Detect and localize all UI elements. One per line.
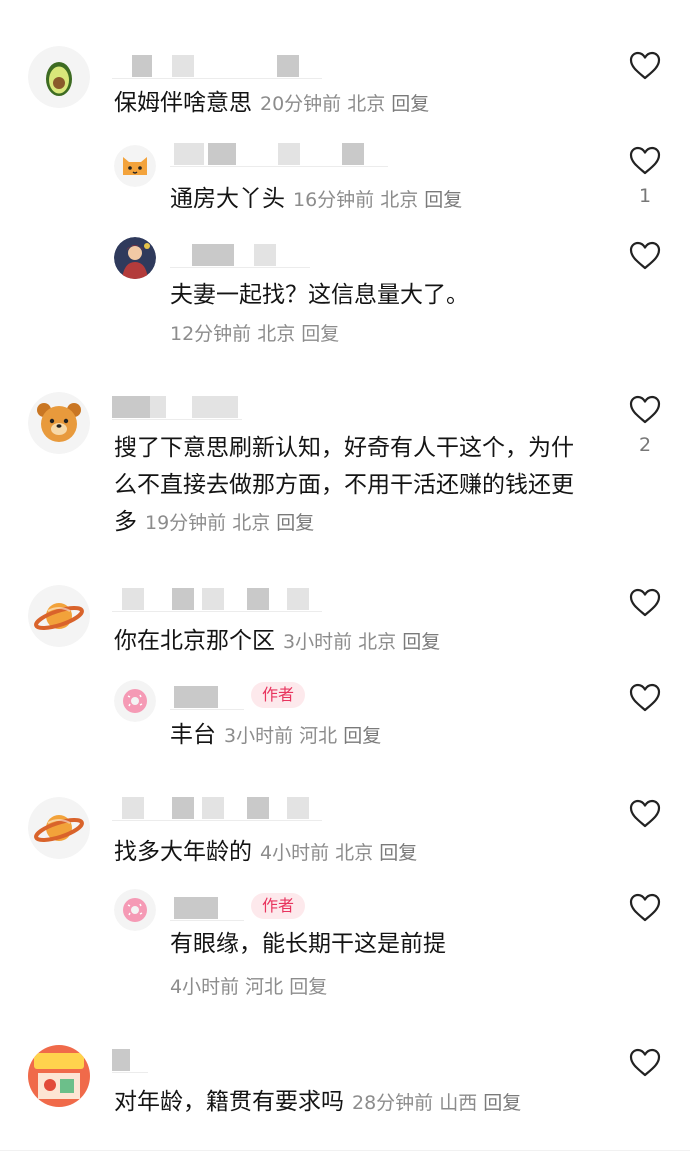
reply-button[interactable]: 回复 (276, 512, 314, 534)
like-heart-icon[interactable] (629, 893, 661, 922)
donut-icon[interactable] (114, 680, 156, 722)
like-heart-icon[interactable] (629, 1048, 661, 1077)
donut-icon[interactable] (114, 889, 156, 931)
reply-button[interactable]: 回复 (402, 631, 440, 653)
like-count: 2 (638, 434, 652, 456)
comment-text: 找多大年龄的 4小时前 北京 回复 (114, 839, 418, 865)
comment-text: 搜了下意思刷新认知，好奇有人干这个，为什么不直接去做那方面，不用干活还赚的钱还更… (114, 435, 574, 535)
comment-text: 你在北京那个区 3小时前 北京 回复 (114, 628, 441, 654)
cat-face-icon[interactable] (114, 145, 156, 187)
planet-icon[interactable] (28, 797, 90, 859)
comment-text: 对年龄，籍贯有要求吗 28分钟前 山西 回复 (114, 1089, 522, 1115)
username-redacted[interactable] (170, 686, 244, 710)
planet-icon[interactable] (28, 585, 90, 647)
like-heart-icon[interactable] (629, 683, 661, 712)
like-heart-icon[interactable] (629, 395, 661, 424)
avocado-icon[interactable] (28, 46, 90, 108)
reply-button[interactable]: 回复 (289, 976, 327, 998)
bottom-divider (0, 1150, 690, 1151)
reply-button[interactable]: 回复 (343, 725, 381, 747)
username-redacted[interactable] (170, 143, 388, 167)
reply-button[interactable]: 回复 (379, 842, 417, 864)
like-heart-icon[interactable] (629, 51, 661, 80)
reply-button[interactable]: 回复 (391, 93, 429, 115)
like-heart-icon[interactable] (629, 588, 661, 617)
reply-text: 通房大丫头 16分钟前 北京 回复 (170, 186, 463, 212)
like-heart-icon[interactable] (629, 799, 661, 828)
username-redacted[interactable] (112, 588, 322, 612)
reply-text: 夫妻一起找？这信息量大了。 (170, 282, 469, 308)
username-redacted[interactable] (112, 1049, 148, 1073)
reply-text: 有眼缘，能长期干这是前提 (170, 931, 446, 957)
username-redacted[interactable] (112, 797, 322, 821)
username-redacted[interactable] (170, 244, 310, 268)
comment-list-screen: { "colors": { "badge_bg": "#fde9ec", "ba… (0, 0, 690, 1155)
shop-poster-icon[interactable] (28, 1045, 90, 1107)
reply-button[interactable]: 回复 (301, 323, 339, 345)
author-badge: 作者 (251, 893, 306, 919)
reply-meta: 12分钟前 北京 回复 (170, 323, 340, 345)
bear-face-icon[interactable] (28, 392, 90, 454)
like-heart-icon[interactable] (629, 241, 661, 270)
author-badge: 作者 (251, 682, 306, 708)
reply-button[interactable]: 回复 (424, 189, 462, 211)
username-redacted[interactable] (112, 396, 242, 420)
like-heart-icon[interactable] (629, 146, 661, 175)
username-redacted[interactable] (112, 55, 322, 79)
comment-text: 保姆伴啥意思 20分钟前 北京 回复 (114, 90, 430, 116)
reply-button[interactable]: 回复 (483, 1092, 521, 1114)
anime-character-icon[interactable] (114, 237, 156, 279)
like-count: 1 (638, 185, 652, 207)
username-redacted[interactable] (170, 897, 244, 921)
reply-text: 丰台 3小时前 河北 回复 (170, 722, 382, 748)
reply-meta: 4小时前 河北 回复 (170, 976, 328, 998)
